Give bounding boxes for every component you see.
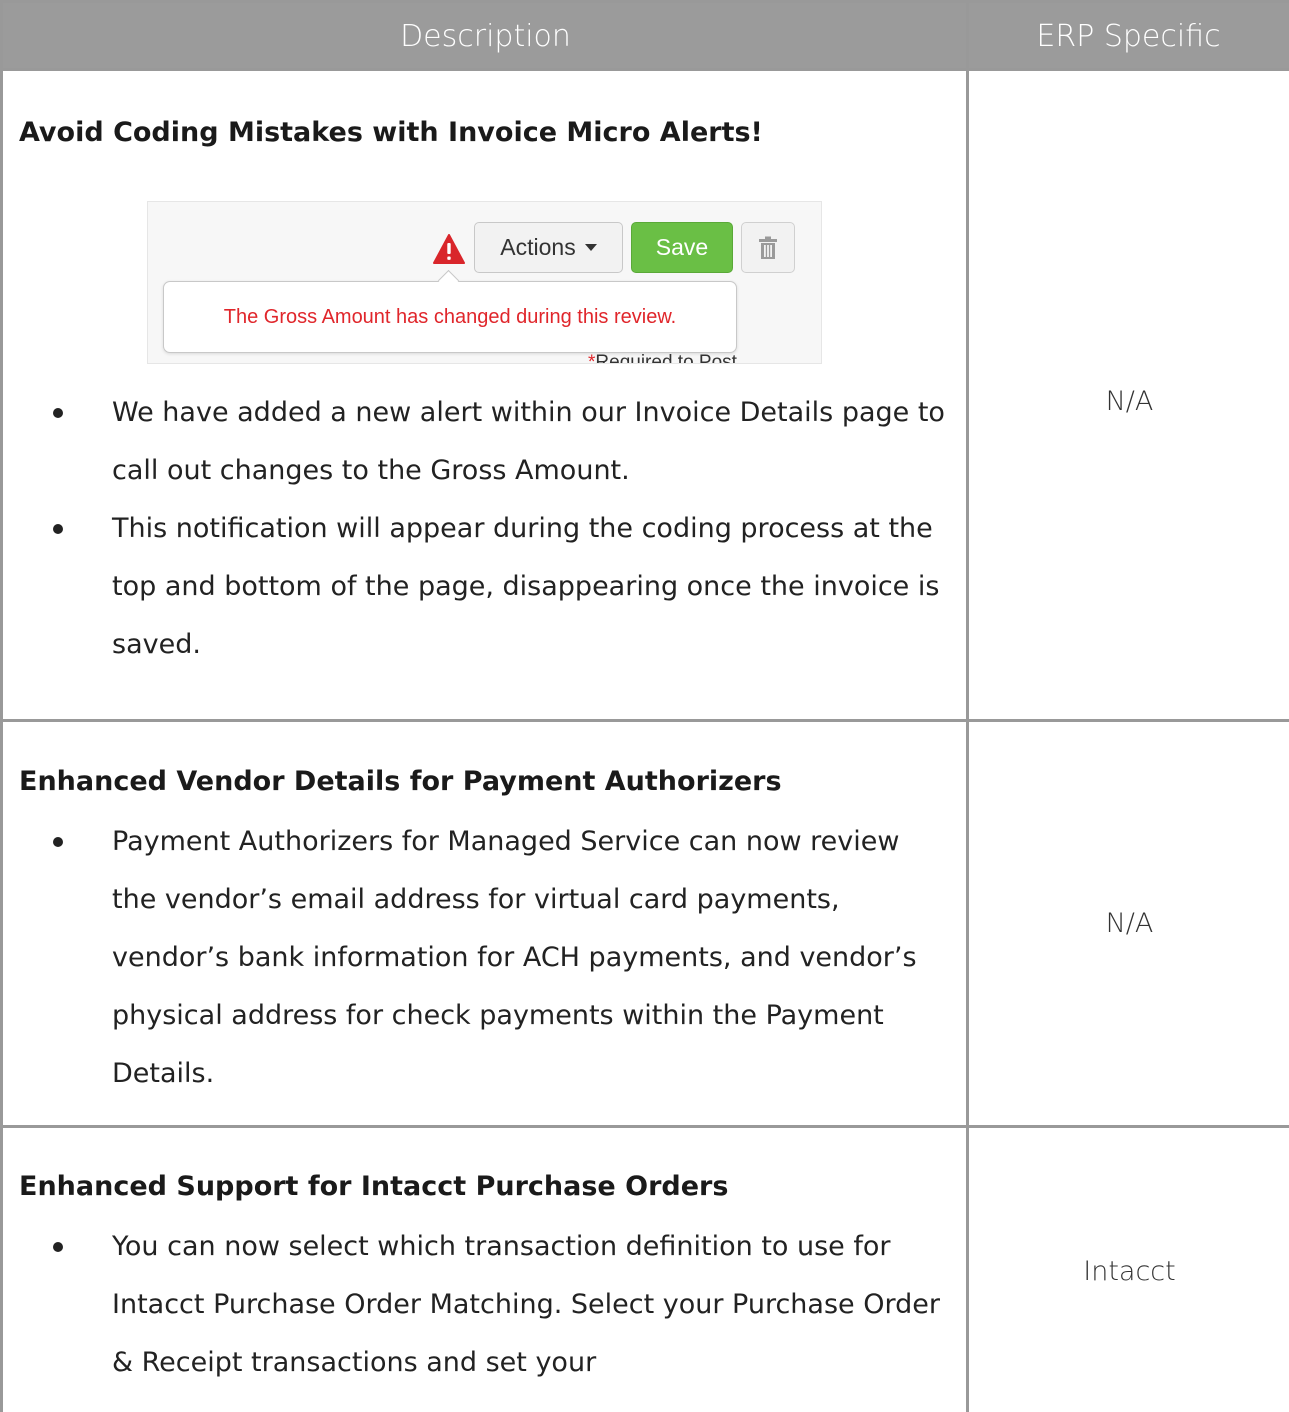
table-border-left (0, 0, 3, 1412)
delete-button[interactable] (741, 222, 795, 273)
row-title: Enhanced Support for Intacct Purchase Or… (19, 1171, 729, 1202)
release-notes-table: Description ERP Specific Avoid Coding Mi… (0, 0, 1289, 1412)
invoice-alert-screenshot: Actions Save The Gross Amount has change… (147, 201, 822, 364)
erp-value: Intacct (1083, 1256, 1176, 1287)
list-item: Payment Authorizers for Managed Service … (46, 813, 951, 1103)
header-divider (0, 68, 1289, 71)
bullet-list: We have added a new alert within our Inv… (46, 384, 951, 674)
gross-amount-alert: The Gross Amount has changed during this… (163, 281, 737, 353)
invoice-toolbar: Actions Save (148, 220, 821, 276)
column-divider (966, 0, 969, 1412)
row-divider-2 (0, 1125, 1289, 1128)
list-item: You can now select which transaction def… (46, 1218, 951, 1392)
table-border-top (0, 0, 1289, 3)
actions-button-label: Actions (500, 234, 576, 260)
required-text: Required to Post (595, 352, 737, 364)
bullet-list: You can now select which transaction def… (46, 1218, 951, 1392)
row-title: Enhanced Vendor Details for Payment Auth… (19, 766, 782, 797)
actions-button[interactable]: Actions (474, 222, 623, 273)
required-to-post-note: *Required to Post (588, 352, 737, 364)
save-button[interactable]: Save (631, 222, 733, 273)
trash-icon (759, 236, 777, 259)
erp-value: N/A (1105, 386, 1154, 417)
caret-down-icon (584, 244, 597, 251)
list-item: We have added a new alert within our Inv… (46, 384, 951, 500)
bullet-list: Payment Authorizers for Managed Service … (46, 813, 951, 1103)
row-divider-1 (0, 719, 1289, 722)
warning-icon (433, 234, 465, 264)
column-header-erp-specific: ERP Specific (968, 3, 1289, 70)
column-header-description: Description (3, 3, 968, 70)
list-item: This notification will appear during the… (46, 500, 951, 674)
erp-value: N/A (1105, 908, 1154, 939)
row-title: Avoid Coding Mistakes with Invoice Micro… (19, 117, 763, 148)
